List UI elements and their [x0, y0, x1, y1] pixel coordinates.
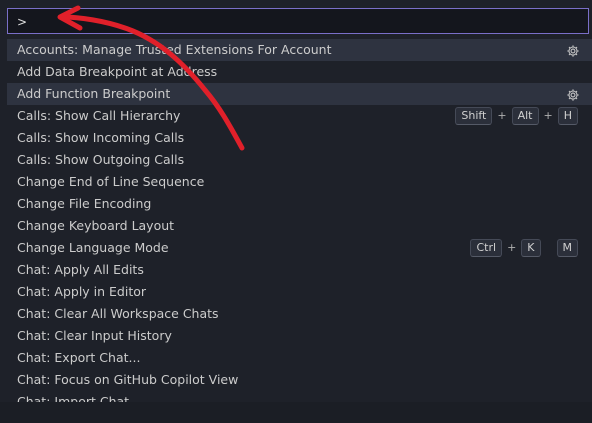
command-item[interactable]: Chat: Clear Input History: [7, 325, 592, 347]
key-cap: Alt: [511, 107, 539, 125]
key-cap: H: [557, 107, 578, 125]
command-item[interactable]: Calls: Show Outgoing Calls: [7, 149, 592, 171]
command-item[interactable]: Chat: Export Chat...: [7, 347, 592, 369]
command-item[interactable]: Change Keyboard Layout: [7, 215, 592, 237]
command-label: Calls: Show Call Hierarchy: [17, 108, 181, 123]
key-plus: +: [507, 241, 517, 254]
gear-icon[interactable]: [566, 87, 580, 101]
command-label: Chat: Apply All Edits: [17, 262, 144, 277]
key-cap: Ctrl: [470, 239, 503, 257]
command-label: Chat: Clear All Workspace Chats: [17, 306, 219, 321]
command-label: Chat: Apply in Editor: [17, 284, 147, 299]
gear-icon[interactable]: [566, 43, 580, 57]
command-item[interactable]: Calls: Show Call Hierarchy Shift + Alt + H: [7, 105, 592, 127]
command-label: Chat: Export Chat...: [17, 350, 141, 365]
command-label: Change File Encoding: [17, 196, 152, 211]
status-strip: [0, 402, 592, 423]
command-item[interactable]: Change End of Line Sequence: [7, 171, 592, 193]
command-item[interactable]: Chat: Clear All Workspace Chats: [7, 303, 592, 325]
command-item[interactable]: Change File Encoding: [7, 193, 592, 215]
key-cap: M: [556, 239, 578, 257]
command-item[interactable]: Chat: Import Chat...: [7, 391, 592, 402]
command-label: Chat: Focus on GitHub Copilot View: [17, 372, 239, 387]
command-item[interactable]: Chat: Apply in Editor: [7, 281, 592, 303]
command-palette: Accounts: Manage Trusted Extensions For …: [0, 0, 592, 423]
key-plus: +: [497, 109, 507, 122]
command-label: Add Function Breakpoint: [17, 86, 171, 101]
command-label: Chat: Clear Input History: [17, 328, 172, 343]
command-item[interactable]: Calls: Show Incoming Calls: [7, 127, 592, 149]
command-list: Accounts: Manage Trusted Extensions For …: [7, 39, 592, 402]
key-cap: Shift: [455, 107, 493, 125]
command-item[interactable]: Add Data Breakpoint at Address: [7, 61, 592, 83]
command-item[interactable]: Add Function Breakpoint: [7, 83, 592, 105]
command-label: Change End of Line Sequence: [17, 174, 205, 189]
command-label: Accounts: Manage Trusted Extensions For …: [17, 42, 332, 57]
command-input-box[interactable]: [7, 8, 589, 34]
command-item[interactable]: Chat: Apply All Edits: [7, 259, 592, 281]
command-input[interactable]: [17, 15, 557, 29]
command-label: Change Keyboard Layout: [17, 218, 175, 233]
command-label: Calls: Show Incoming Calls: [17, 130, 185, 145]
command-item[interactable]: Accounts: Manage Trusted Extensions For …: [7, 39, 592, 61]
keybinding: Ctrl + K M: [470, 239, 578, 257]
command-label: Chat: Import Chat...: [17, 394, 141, 402]
command-label: Change Language Mode: [17, 240, 169, 255]
key-plus: +: [543, 109, 553, 122]
command-item[interactable]: Change Language Mode Ctrl + K M: [7, 237, 592, 259]
keybinding: Shift + Alt + H: [455, 107, 578, 125]
command-label: Calls: Show Outgoing Calls: [17, 152, 185, 167]
command-label: Add Data Breakpoint at Address: [17, 64, 218, 79]
key-cap: K: [521, 239, 541, 257]
command-item[interactable]: Chat: Focus on GitHub Copilot View: [7, 369, 592, 391]
